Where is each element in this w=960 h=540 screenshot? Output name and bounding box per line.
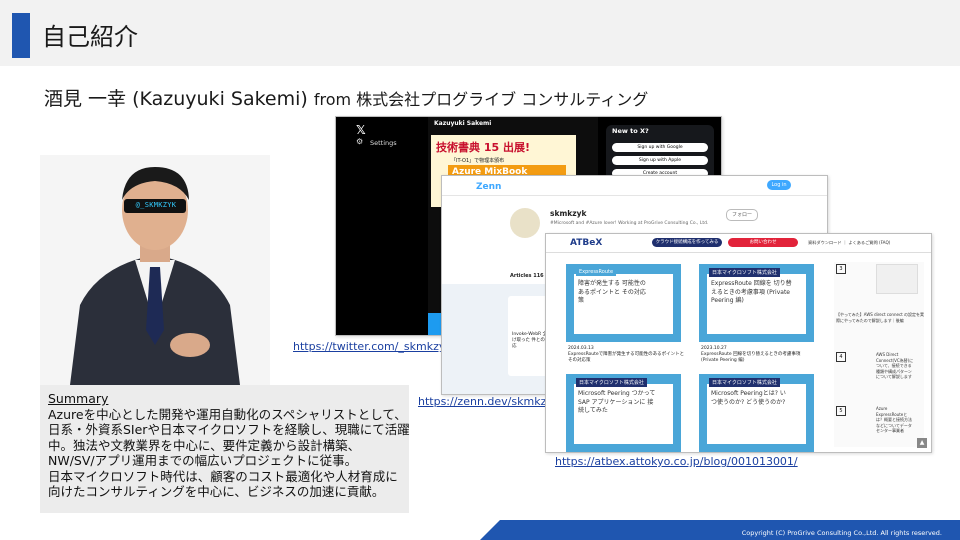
zenn-follow-button: フォロー xyxy=(726,209,758,221)
zenn-handle: skmkzyk xyxy=(550,209,587,218)
slide-header: 自己紹介 xyxy=(0,0,960,66)
summary-line: 日本マイクロソフト時代は、顧客のコスト最適化や人材育成に xyxy=(48,468,398,484)
rank-number: 5 xyxy=(836,406,846,416)
zenn-header-divider xyxy=(442,195,827,196)
zenn-login-button: Log in xyxy=(767,180,791,190)
atbex-thumb-title: Microsoft Peeringとは? いつ使うのか? どう使うのか? xyxy=(711,390,786,406)
rank-number: 3 xyxy=(836,264,846,274)
atbex-logo: ATBeX xyxy=(570,238,603,248)
presenter-company: from 株式会社プログライブ コンサルティング xyxy=(313,90,649,109)
scroll-up-icon: ▲ xyxy=(917,438,927,448)
zenn-avatar xyxy=(510,208,540,238)
atbex-link[interactable]: https://atbex.attokyo.co.jp/blog/0010130… xyxy=(555,455,798,468)
zenn-logo: Zenn xyxy=(476,182,502,192)
twitter-banner-sub: 「IT-O1」で物理本頒布 xyxy=(451,158,505,164)
twitter-google-button: Sign up with Google xyxy=(612,143,708,152)
atbex-thumb-tag: 日本マイクロソフト株式会社 xyxy=(709,268,780,277)
slide-title: 自己紹介 xyxy=(42,23,138,51)
twitter-username: Kazuyuki Sakemi xyxy=(434,120,492,127)
summary-line: NW/SV/アプリ運用までの幅広いプロジェクトに従事。 xyxy=(48,453,358,468)
atbex-cloud-pill: クラウド接続構成を作ってみる xyxy=(652,238,722,247)
atbex-article-caption: ExpressRoute 回線を切り替えるときの考慮事項 (Private Pe… xyxy=(701,352,801,363)
header-accent-bar xyxy=(12,13,30,58)
twitter-sidebar xyxy=(336,117,428,335)
led-glasses-text: @_SKMKZYK xyxy=(135,201,177,209)
rank-number: 4 xyxy=(836,352,846,362)
atbex-thumb-tag: ExpressRoute xyxy=(576,268,617,276)
atbex-thumb-title: Microsoft Peering つかって SAP アプリケーションに 接続し… xyxy=(578,390,656,414)
twitter-banner-title: 技術書典 15 出展! xyxy=(436,141,530,154)
presenter-name: 酒見 一幸 (Kazuyuki Sakemi) from 株式会社プログライブ … xyxy=(44,87,648,112)
atbex-article-thumb: 日本マイクロソフト株式会社 Microsoft Peeringとは? いつ使うの… xyxy=(699,374,814,452)
atbex-nav: 資料ダウンロード ｜ よくあるご質問 (FAQ) xyxy=(808,240,891,245)
atbex-side-article: AWS Direct Connect(VC為替)について、接続できる種類や構成パ… xyxy=(876,352,914,379)
atbex-article-thumb: 日本マイクロソフト株式会社 Microsoft Peering つかって SAP… xyxy=(566,374,681,452)
zenn-link[interactable]: https://zenn.dev/skmkzyk xyxy=(418,395,559,408)
atbex-side-article: 【やってみた】AWS direct connect の設定を実際にやってみたので… xyxy=(836,312,925,323)
atbex-article-thumb: 日本マイクロソフト株式会社 ExpressRoute 回線を 切り替えるときの考… xyxy=(699,264,814,342)
atbex-article-thumb: ExpressRoute 障害が発生する 可能性のあるポイントと その対応策 xyxy=(566,264,681,342)
summary-line: Azureを中心とした開発や運用自動化のスペシャリストとして、 xyxy=(48,406,407,422)
x-logo-icon: 𝕏 xyxy=(356,123,366,137)
summary-line: 向けたコンサルティングを中心に、ビジネスの加速に貢献。 xyxy=(48,484,385,499)
atbex-thumb-tag: 日本マイクロソフト株式会社 xyxy=(576,378,647,387)
twitter-apple-button: Sign up with Apple xyxy=(612,156,708,165)
twitter-panel-title: New to X? xyxy=(612,127,649,135)
twitter-settings-label: Settings xyxy=(370,139,397,147)
atbex-diagram-thumb xyxy=(876,264,918,294)
atbex-contact-pill: お問い合わせ xyxy=(728,238,798,247)
zenn-bio: #Microsoft and #Azure lover! Working at … xyxy=(550,221,709,226)
atbex-article-caption: ExpressRouteで障害が発生する可能性のあるポイントとその対応策 xyxy=(568,352,685,363)
summary-line: 日系・外資系SIerや日本マイクロソフトを経験し、現職にて活躍 xyxy=(48,422,410,437)
presenter-name-text: 酒見 一幸 (Kazuyuki Sakemi) xyxy=(44,88,308,110)
gear-icon: ⚙ xyxy=(356,137,364,146)
person-illustration xyxy=(40,155,270,385)
atbex-thumb-tag: 日本マイクロソフト株式会社 xyxy=(709,378,780,387)
atbex-thumb-title: 障害が発生する 可能性のあるポイントと その対応策 xyxy=(578,280,646,304)
zenn-articles-tab: Articles 116 xyxy=(510,273,544,279)
summary-box: Summary Azureを中心とした開発や運用自動化のスペシャリストとして、 … xyxy=(40,385,410,513)
summary-heading: Summary xyxy=(48,391,109,406)
atbex-side-article: Azure ExpressRouteとは？概要と接続方法などについてデータセンタ… xyxy=(876,406,912,433)
summary-line: 中。独法や文教業界を中心に、要件定義から設計構築、 xyxy=(48,437,361,453)
atbex-thumb-title: ExpressRoute 回線を 切り替えるときの考慮事項 (Private P… xyxy=(711,280,792,304)
atbex-screenshot: ATBeX クラウド接続構成を作ってみる お問い合わせ 資料ダウンロード ｜ よ… xyxy=(545,233,932,453)
profile-photo: @_SKMKZYK xyxy=(40,155,270,385)
copyright-text: Copyright (C) ProGrive Consulting Co.,Lt… xyxy=(741,529,942,537)
twitter-link[interactable]: https://twitter.com/_skmkzyk xyxy=(293,340,452,353)
